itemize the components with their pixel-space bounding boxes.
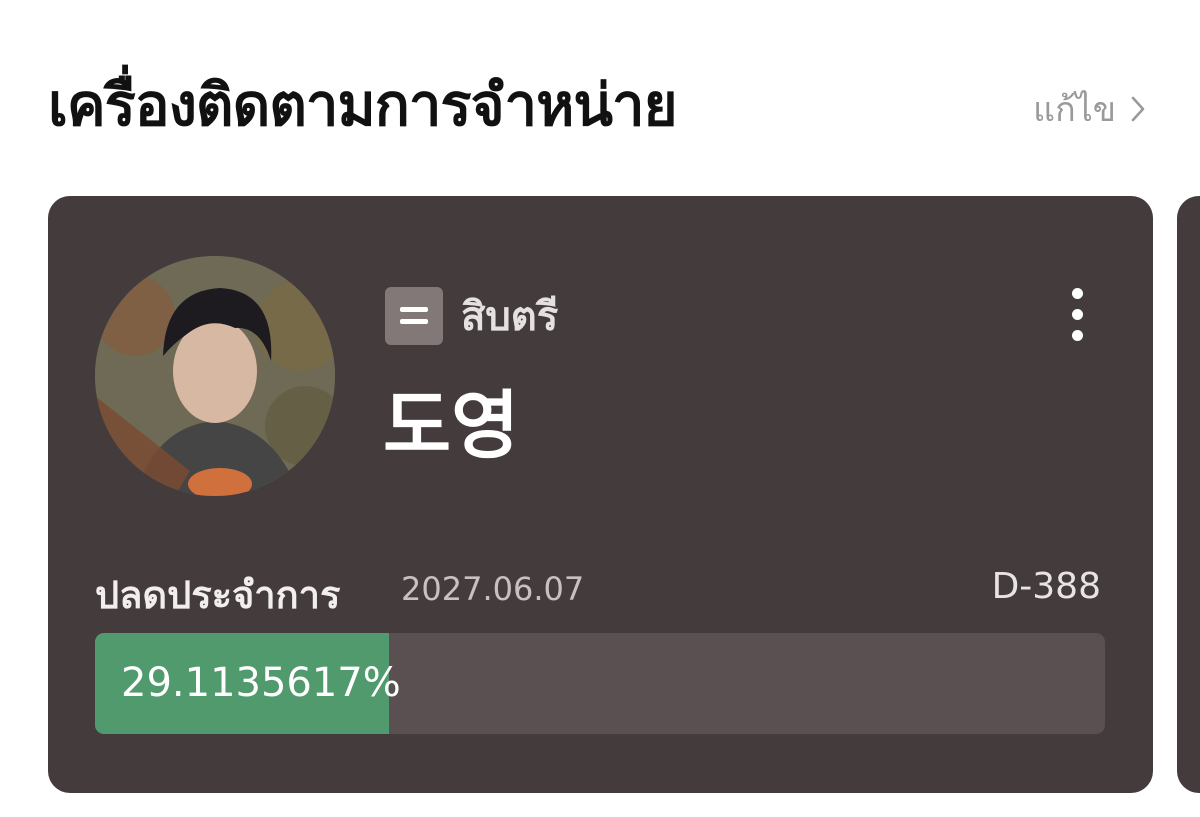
edit-label: แก้ไข — [1033, 90, 1116, 130]
avatar-photo — [95, 256, 335, 496]
progress-bar: 29.1135617% — [95, 633, 1105, 734]
progress-percentage: 29.1135617% — [121, 660, 401, 706]
discharge-label: ปลดประจำการ — [95, 573, 341, 617]
rank-row: สิบตรี — [385, 284, 558, 348]
rank-insignia-icon — [385, 287, 443, 345]
discharge-row: ปลดประจำการ 2027.06.07 D-388 — [95, 564, 1103, 617]
avatar — [95, 256, 335, 496]
discharge-tracker-page: เครื่องติดตามการจำหน่าย แก้ไข สิบตรี 도영 … — [0, 0, 1200, 817]
rank-label: สิบตรี — [461, 294, 559, 340]
next-card-peek[interactable] — [1177, 196, 1200, 793]
person-name: 도영 — [383, 383, 520, 469]
chevron-right-icon — [1131, 96, 1145, 122]
d-day-counter: D-388 — [991, 566, 1101, 607]
page-title: เครื่องติดตามการจำหน่าย — [48, 71, 678, 139]
soldier-card[interactable]: สิบตรี 도영 ปลดประจำการ 2027.06.07 D-388 2… — [48, 196, 1153, 793]
edit-link[interactable]: แก้ไข — [1033, 82, 1146, 136]
discharge-date: 2027.06.07 — [401, 570, 585, 608]
more-vertical-icon[interactable] — [1063, 288, 1093, 342]
